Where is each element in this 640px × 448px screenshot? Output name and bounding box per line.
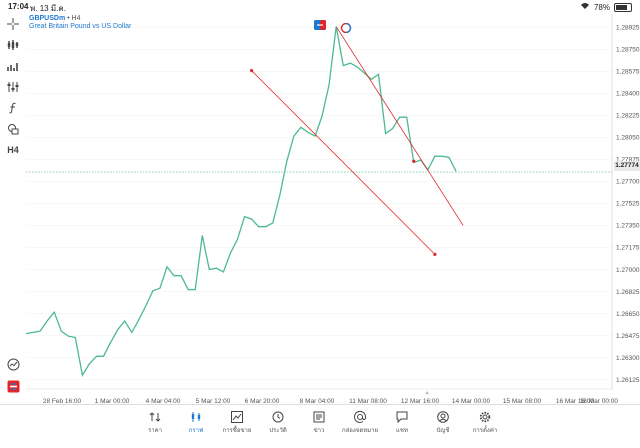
scroll-marker-icon [425, 391, 429, 394]
nav-chart[interactable]: กราฟ [173, 409, 219, 435]
y-tick-label: 1.26825 [616, 289, 640, 296]
y-tick-label: 1.28575 [616, 69, 640, 76]
crosshair-icon[interactable] [5, 16, 21, 32]
channel-anchor-point [412, 159, 416, 163]
nav-news-label: ข่าว [313, 428, 325, 434]
y-tick-label: 1.27700 [616, 179, 640, 186]
nav-account[interactable]: บัญชี [420, 409, 466, 435]
nav-settings-label: การตั้งค่า [472, 428, 498, 434]
y-tick-label: 1.27525 [616, 201, 640, 208]
bottom-navigation: ราคา กราฟ การซื้อขาย ประวัติ ข่าว กล่องจ… [0, 404, 640, 448]
channel-lower-line [251, 70, 436, 255]
y-tick-label: 1.28925 [616, 25, 640, 32]
symbol-name: GBPUSDm [29, 15, 66, 22]
history-icon [270, 409, 286, 425]
price-axis: 1.28925 1.28750 1.28575 1.28400 1.28225 1.280… [616, 25, 640, 384]
news-icon [311, 409, 327, 425]
left-toolbar: H4 [0, 14, 26, 394]
y-tick-label: 1.27000 [616, 267, 640, 274]
price-chart[interactable]: 1.28925 1.28750 1.28575 1.28400 1.28225 1.280… [0, 14, 640, 404]
settings-icon [477, 409, 493, 425]
status-bar: 17:04 พ. 13 มี.ค. 78% [0, 0, 640, 14]
nav-quotes[interactable]: ราคา [132, 409, 178, 435]
nav-mailbox-label: กล่องจดหมาย [341, 428, 379, 434]
current-price-tag: 1.27774 [614, 161, 640, 171]
nav-chat[interactable]: แชท [379, 409, 425, 435]
one-click-trading-icon[interactable] [314, 20, 326, 30]
y-tick-label: 1.28225 [616, 113, 640, 120]
nav-trade[interactable]: การซื้อขาย [214, 409, 260, 435]
y-tick-label: 1.28050 [616, 135, 640, 142]
trade-badges [314, 20, 352, 34]
nav-mailbox[interactable]: กล่องจดหมาย [337, 409, 383, 435]
nav-quotes-label: ราคา [148, 428, 162, 434]
chat-icon [394, 409, 410, 425]
symbol-description: Great Britain Pound vs US Dollar [29, 23, 132, 30]
nav-chat-label: แชท [396, 428, 408, 434]
nav-account-label: บัญชี [436, 428, 450, 434]
volumes-icon[interactable] [5, 58, 21, 74]
broker-logo-icon[interactable] [5, 378, 21, 394]
nav-settings[interactable]: การตั้งค่า [462, 409, 508, 435]
channel-upper-line [335, 26, 464, 226]
y-tick-label: 1.26300 [616, 355, 640, 362]
nav-history-label: ประวัติ [269, 428, 287, 434]
symbol-timeframe: H4 [71, 15, 81, 22]
wifi-icon [580, 2, 590, 12]
chart-icon [188, 409, 204, 425]
status-time: 17:04 [8, 2, 29, 11]
y-tick-label: 1.26650 [616, 311, 640, 318]
y-tick-label: 1.28400 [616, 91, 640, 98]
chart-grid [26, 26, 612, 380]
indicators-settings-icon[interactable] [5, 79, 21, 95]
mailbox-icon [352, 409, 368, 425]
signal-status-icon[interactable] [340, 20, 352, 34]
objects-icon[interactable] [5, 121, 21, 137]
channel-drawing [250, 26, 464, 256]
y-tick-label: 1.27175 [616, 245, 640, 252]
channel-anchor-point [433, 252, 437, 256]
y-tick-label: 1.26475 [616, 333, 640, 340]
function-icon[interactable] [5, 100, 21, 116]
quotes-icon [147, 409, 163, 425]
account-icon [435, 409, 451, 425]
status-right: 78% [580, 2, 632, 12]
nav-history[interactable]: ประวัติ [255, 409, 301, 435]
magnifier-chart-icon[interactable] [5, 356, 21, 372]
nav-news[interactable]: ข่าว [296, 409, 342, 435]
price-line [25, 26, 457, 377]
timeframe-button[interactable]: H4 [5, 142, 21, 158]
y-tick-label: 1.26125 [616, 377, 640, 384]
chart-type-icon[interactable] [5, 37, 21, 53]
nav-chart-label: กราฟ [188, 428, 204, 434]
symbol-header: GBPUSDm • H4 Great Britain Pound vs US D… [29, 15, 131, 30]
battery-percent: 78% [593, 2, 610, 12]
y-tick-label: 1.27350 [616, 223, 640, 230]
battery-icon [614, 2, 632, 12]
y-tick-label: 1.28750 [616, 47, 640, 54]
nav-trade-label: การซื้อขาย [222, 428, 252, 434]
channel-anchor-point [250, 69, 254, 73]
trade-icon [229, 409, 245, 425]
